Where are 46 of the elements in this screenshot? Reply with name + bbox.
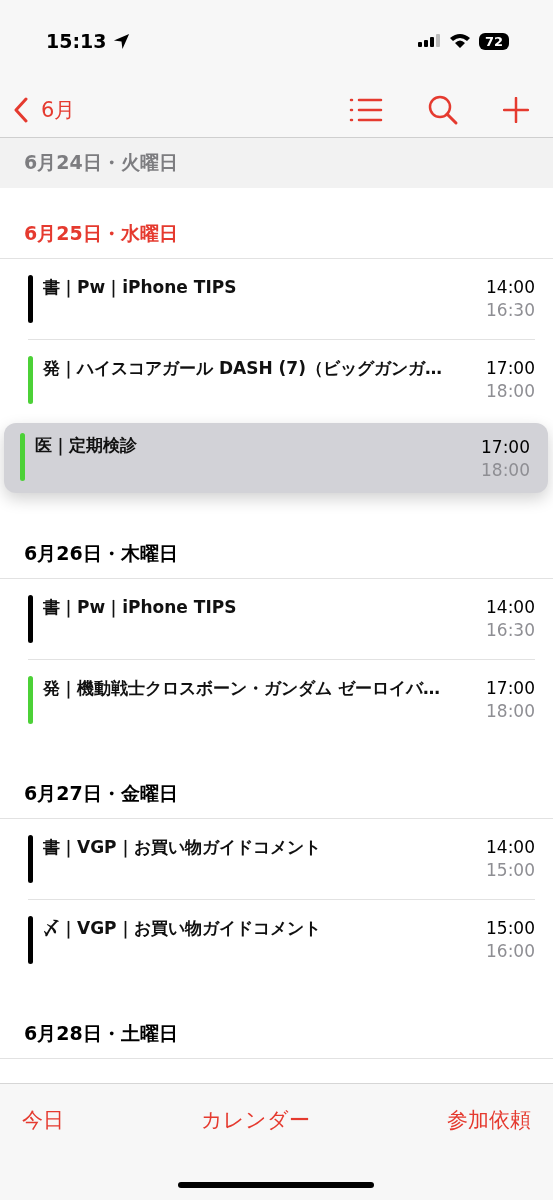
end-time: 16:00 [486,941,535,961]
status-time: 15:13 [46,30,107,52]
end-time: 16:30 [486,300,535,320]
tab-button[interactable]: 今日 [22,1106,64,1134]
event-title: 発｜ハイスコアガール DASH (7)（ビッグガンガ… [43,358,443,379]
event-title: 書｜VGP｜お買い物ガイドコメント [43,837,322,858]
back-button[interactable]: 6月 [13,95,76,124]
event-row[interactable]: 〆｜VGP｜お買い物ガイドコメント 15:00 16:00 [28,899,535,979]
date-header: 6月24日・火曜日 [24,150,178,175]
date-header: 6月25日・水曜日 [24,220,178,246]
start-time: 17:00 [486,678,535,698]
date-header: 6月28日・土曜日 [24,1020,178,1046]
end-time: 18:00 [486,701,535,721]
start-time: 17:00 [481,437,530,457]
signal-icon [417,33,443,49]
start-time: 14:00 [486,837,535,857]
event-title: 発｜機動戦士クロスボーン・ガンダム ゼーロイバ… [43,678,441,699]
search-icon[interactable] [427,93,459,126]
tab-button[interactable]: 参加依頼 [447,1106,531,1134]
end-time: 18:00 [486,381,535,401]
event-title: 書｜Pw｜iPhone TIPS [43,277,238,298]
event-title: 書｜Pw｜iPhone TIPS [43,597,238,618]
event-row[interactable]: 書｜Pw｜iPhone TIPS 14:00 16:30 [28,259,535,339]
list-icon[interactable] [349,97,383,122]
event-card[interactable]: 医｜定期検診 17:00 18:00 [4,423,548,493]
location-arrow-icon [112,31,132,51]
start-time: 14:00 [486,597,535,617]
start-time: 17:00 [486,358,535,378]
event-row[interactable]: 書｜Pw｜iPhone TIPS 14:00 16:30 [28,579,535,659]
date-header: 6月27日・金曜日 [24,780,178,806]
add-icon[interactable] [503,96,529,123]
chevron-left-icon [13,96,29,123]
tab-button[interactable]: カレンダー [201,1106,310,1134]
wifi-icon [448,33,471,49]
event-row[interactable]: 書｜VGP｜お買い物ガイドコメント 14:00 15:00 [28,819,535,899]
event-title: 医｜定期検診 [35,435,138,456]
event-row[interactable]: 発｜ハイスコアガール DASH (7)（ビッグガンガ… 17:00 18:00 [28,339,535,419]
event-row[interactable]: 発｜機動戦士クロスボーン・ガンダム ゼーロイバ… 17:00 18:00 [28,659,535,739]
start-time: 15:00 [486,918,535,938]
end-time: 16:30 [486,620,535,640]
event-title: 〆｜VGP｜お買い物ガイドコメント [43,918,322,939]
date-header: 6月26日・木曜日 [24,540,178,566]
end-time: 18:00 [481,460,530,480]
end-time: 15:00 [486,860,535,880]
battery-icon: 72 [478,32,509,50]
start-time: 14:00 [486,277,535,297]
